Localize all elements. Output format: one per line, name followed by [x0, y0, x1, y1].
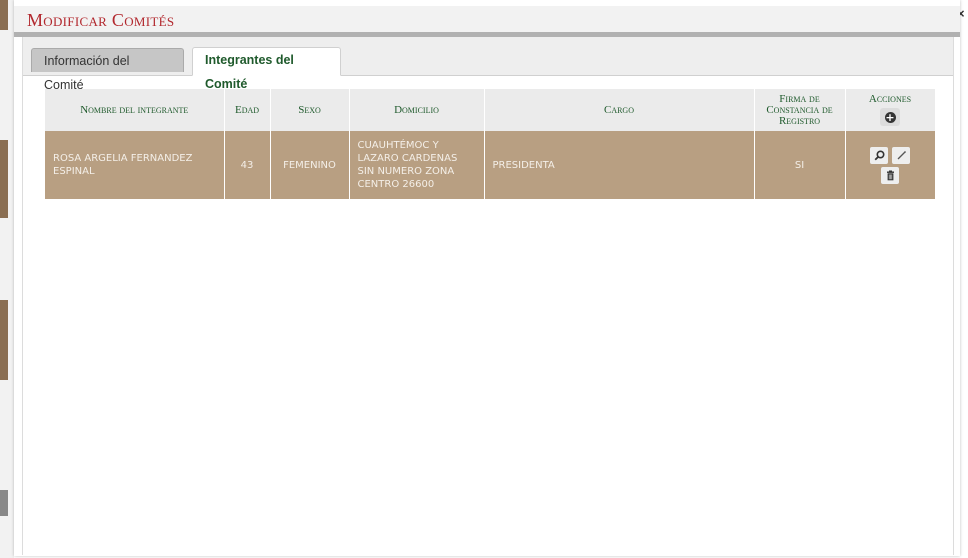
- tab-bar: Información del Comité Integrantes del C…: [23, 37, 953, 92]
- column-header-sexo: Sexo: [270, 89, 350, 131]
- modificar-comites-dialog: Modificar Comités Información del Comité…: [14, 0, 960, 556]
- column-header-domicilio: Domicilio: [349, 89, 485, 131]
- background-bar: [0, 490, 8, 516]
- column-header-acciones: Acciones +: [845, 89, 936, 131]
- delete-button[interactable]: [881, 166, 899, 184]
- dialog-header: Modificar Comités: [14, 6, 960, 37]
- tab-integrantes-del-comite[interactable]: Integrantes del Comité: [192, 47, 341, 91]
- edit-button[interactable]: [892, 146, 910, 164]
- column-header-cargo: Cargo: [484, 89, 755, 131]
- cell-sexo: FEMENINO: [270, 131, 350, 199]
- background-bar: [0, 300, 8, 380]
- background-page: [0, 0, 14, 558]
- column-header-firma: Firma de Constancia de Registro: [754, 89, 846, 131]
- background-bar: [0, 140, 8, 218]
- trash-icon: [886, 170, 894, 180]
- view-button[interactable]: [870, 146, 888, 164]
- pencil-icon: [897, 150, 906, 159]
- cell-domicilio: CUAUHTÉMOC Y LAZARO CARDENAS SIN NUMERO …: [349, 131, 485, 199]
- background-bar: [0, 0, 8, 30]
- cell-nombre: ROSA ARGELIA FERNANDEZ ESPINAL: [45, 131, 225, 199]
- integrantes-table: Nombre del integrante Edad Sexo Domicili…: [45, 89, 936, 199]
- magnifier-icon: [874, 149, 885, 160]
- cell-acciones: [845, 131, 936, 199]
- cell-firma: SI: [754, 131, 846, 199]
- column-header-edad: Edad: [224, 89, 271, 131]
- table-row: ROSA ARGELIA FERNANDEZ ESPINAL 43 FEMENI…: [45, 131, 936, 199]
- column-header-nombre: Nombre del integrante: [45, 89, 225, 131]
- dialog-title: Modificar Comités: [27, 10, 175, 30]
- tab-informacion-del-comite[interactable]: Información del Comité: [31, 48, 184, 92]
- acciones-label: Acciones: [868, 93, 912, 105]
- cell-cargo: PRESIDENTA: [484, 131, 755, 199]
- plus-circle-icon: +: [884, 110, 896, 124]
- add-member-button[interactable]: +: [880, 108, 900, 126]
- table-header-row: Nombre del integrante Edad Sexo Domicili…: [45, 89, 936, 131]
- cell-edad: 43: [224, 131, 271, 199]
- dialog-body: Información del Comité Integrantes del C…: [22, 37, 954, 555]
